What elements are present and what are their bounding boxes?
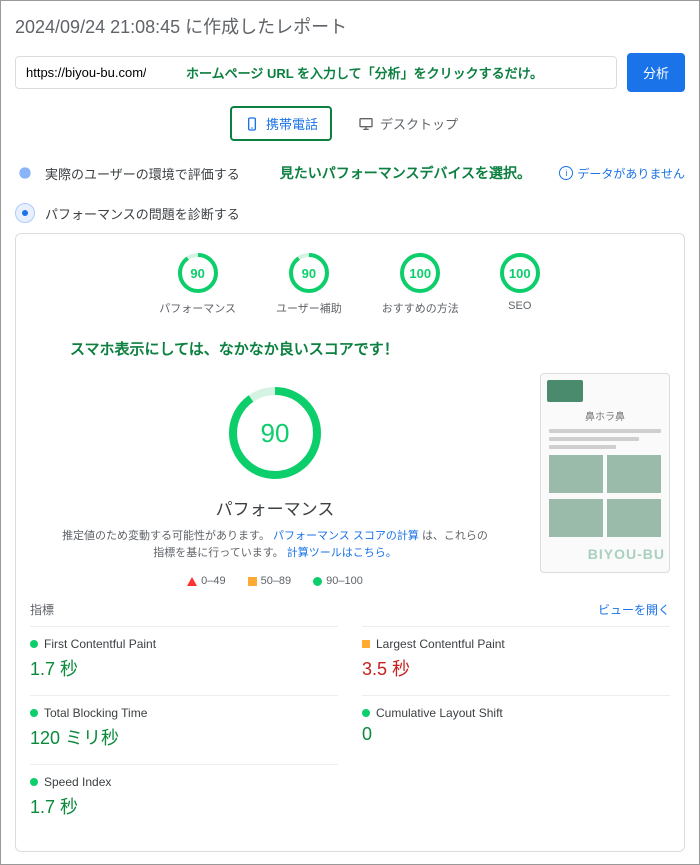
score-label-2: おすすめの方法 — [382, 300, 459, 316]
diagnose-section: パフォーマンスの問題を診断する — [15, 193, 685, 233]
dot-good-icon — [362, 709, 370, 717]
legend-bad: 0–49 — [187, 575, 225, 587]
dot-good-icon — [30, 709, 38, 717]
smartphone-annotation: スマホ表示にしては、なかなか良いスコアです！ — [70, 338, 670, 359]
no-data-label: データがありません — [577, 165, 685, 182]
preview-lines — [549, 429, 661, 449]
report-container: 2024/09/24 21:08:45 に作成したレポート ホームページ URL… — [0, 0, 700, 865]
desktop-icon — [358, 116, 374, 132]
main-gauge-label: パフォーマンス — [30, 495, 520, 520]
preview-badge — [547, 380, 583, 402]
metric-lcp-value: 3.5 秒 — [362, 655, 670, 681]
triangle-icon — [187, 577, 197, 586]
score-accessibility[interactable]: 90 ユーザー補助 — [276, 252, 342, 316]
perf-calc-link[interactable]: パフォーマンス スコアの計算 — [273, 530, 419, 542]
gauge-val-1: 90 — [288, 252, 330, 294]
metrics-label: 指標 — [30, 601, 54, 618]
mobile-icon — [244, 116, 260, 132]
main-gauge-value: 90 — [227, 385, 323, 481]
score-best-practices[interactable]: 100 おすすめの方法 — [382, 252, 459, 316]
metric-fcp: First Contentful Paint 1.7 秒 — [30, 626, 338, 695]
scores-row: 90 パフォーマンス 90 ユーザー補助 100 おすすめの方法 — [30, 252, 670, 316]
metric-cls-value: 0 — [362, 724, 670, 745]
score-label-1: ユーザー補助 — [276, 300, 342, 316]
analyze-button[interactable]: 分析 — [627, 53, 685, 92]
score-legend: 0–49 50–89 90–100 — [30, 575, 520, 587]
performance-block: 90 パフォーマンス 推定値のため変動する可能性があります。 パフォーマンス ス… — [30, 367, 670, 587]
performance-left: 90 パフォーマンス 推定値のため変動する可能性があります。 パフォーマンス ス… — [30, 367, 520, 587]
metric-cls: Cumulative Layout Shift 0 — [362, 695, 670, 764]
circle-icon — [313, 577, 322, 586]
page-title: 2024/09/24 21:08:45 に作成したレポート — [15, 13, 685, 39]
metric-si: Speed Index 1.7 秒 — [30, 764, 338, 833]
gauge-val-0: 90 — [177, 252, 219, 294]
calc-tool-link[interactable]: 計算ツールはこちら。 — [287, 547, 397, 559]
tab-desktop-label: デスクトップ — [380, 114, 458, 133]
preview-brand: 鼻ホラ鼻 — [541, 408, 669, 423]
tab-desktop[interactable]: デスクトップ — [346, 106, 470, 141]
scores-card: 90 パフォーマンス 90 ユーザー補助 100 おすすめの方法 — [15, 233, 685, 852]
score-performance[interactable]: 90 パフォーマンス — [159, 252, 236, 316]
preview-boxes2 — [549, 499, 661, 537]
metrics-header: 指標 ビューを開く — [30, 601, 670, 618]
expand-view-link[interactable]: ビューを開く — [598, 601, 670, 618]
gauge-val-2: 100 — [399, 252, 441, 294]
legend-good: 90–100 — [313, 575, 363, 587]
dot-warn-icon — [362, 640, 370, 648]
gauge-val-3: 100 — [499, 252, 541, 294]
globe-icon — [15, 163, 35, 183]
preview-boxes — [549, 455, 661, 493]
no-data-link[interactable]: i データがありません — [559, 165, 685, 182]
preview-watermark: BIYOU-BU — [588, 546, 665, 562]
score-seo[interactable]: 100 SEO — [499, 252, 541, 316]
metric-lcp: Largest Contentful Paint 3.5 秒 — [362, 626, 670, 695]
legend-mid: 50–89 — [248, 575, 292, 587]
score-label-0: パフォーマンス — [159, 300, 236, 316]
tab-mobile-label: 携帯電話 — [266, 114, 318, 133]
main-gauge: 90 — [227, 385, 323, 481]
metric-tbt: Total Blocking Time 120 ミリ秒 — [30, 695, 338, 764]
metric-fcp-value: 1.7 秒 — [30, 655, 338, 681]
gauge-accessibility: 90 — [288, 252, 330, 294]
url-row: ホームページ URL を入力して「分析」をクリックするだけ。 分析 — [15, 53, 685, 92]
device-annotation: 見たいパフォーマンスデバイスを選択。 — [280, 163, 531, 183]
page-preview: 鼻ホラ鼻 BIYOU-BU — [540, 373, 670, 573]
real-user-label: 実際のユーザーの環境で評価する — [45, 164, 240, 183]
gauge-seo: 100 — [499, 252, 541, 294]
metric-si-value: 1.7 秒 — [30, 793, 338, 819]
metric-tbt-value: 120 ミリ秒 — [30, 724, 338, 750]
gauge-performance: 90 — [177, 252, 219, 294]
info-icon: i — [559, 166, 573, 180]
url-input[interactable] — [26, 65, 146, 80]
metrics-grid: First Contentful Paint 1.7 秒 Largest Con… — [30, 626, 670, 833]
performance-note: 推定値のため変動する可能性があります。 パフォーマンス スコアの計算 は、これら… — [30, 528, 520, 561]
square-icon — [248, 577, 257, 586]
url-input-wrapper: ホームページ URL を入力して「分析」をクリックするだけ。 — [15, 56, 617, 89]
dot-good-icon — [30, 778, 38, 786]
gauge-icon — [15, 203, 35, 223]
tab-mobile[interactable]: 携帯電話 — [230, 106, 332, 141]
gauge-best-practices: 100 — [399, 252, 441, 294]
device-tabs: 携帯電話 デスクトップ — [15, 106, 685, 141]
dot-good-icon — [30, 640, 38, 648]
diagnose-label: パフォーマンスの問題を診断する — [45, 204, 240, 223]
url-annotation: ホームページ URL を入力して「分析」をクリックするだけ。 — [186, 63, 543, 82]
real-user-section: 実際のユーザーの環境で評価する 見たいパフォーマンスデバイスを選択。 i データ… — [15, 153, 685, 193]
score-label-3: SEO — [499, 300, 541, 312]
